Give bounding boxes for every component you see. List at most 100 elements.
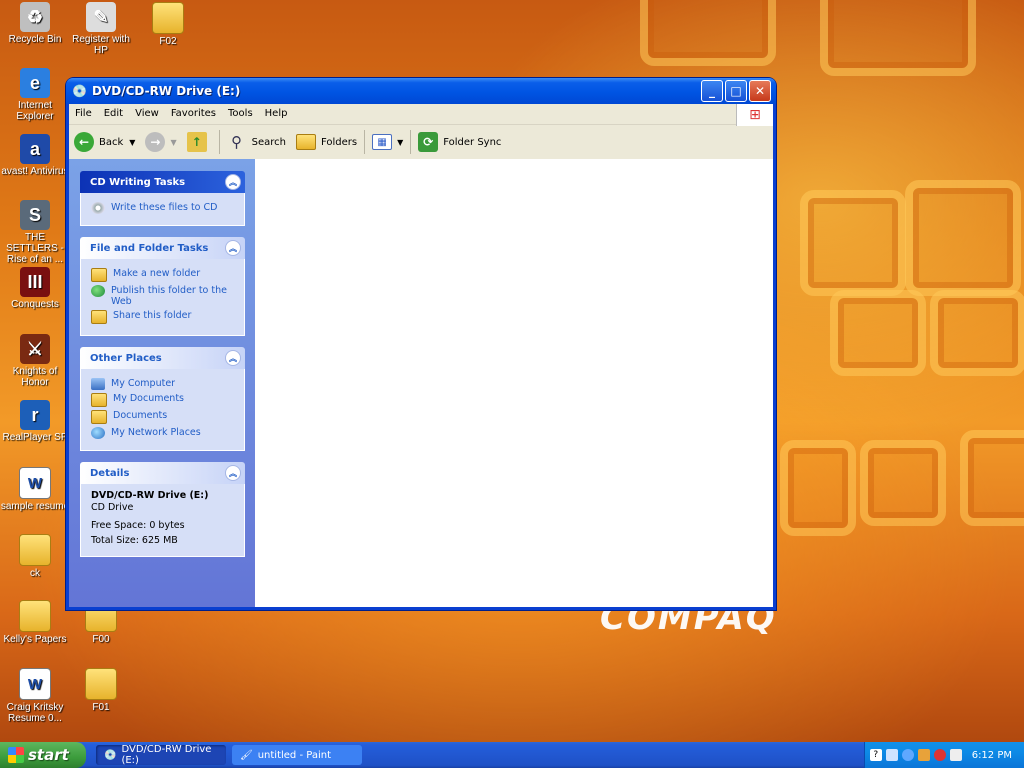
window-content: File Edit View Favorites Tools Help ⊞ ← … <box>69 104 773 607</box>
wallpaper-cube <box>820 0 976 76</box>
desktop-icon[interactable]: III Conquests <box>0 267 70 310</box>
forward-dropdown-icon[interactable]: ▼ <box>170 138 176 147</box>
folder-icon <box>91 410 107 424</box>
toolbar: ← Back ▼ → ▼ ↑ ⚲ Search Folders ▦ ▼ ⟳ Fo… <box>69 125 773 160</box>
app-icon: ⚔ <box>20 334 50 364</box>
panel-title: File and Folder Tasks <box>90 242 209 254</box>
explorer-body: CD Writing Tasks ︽ Write these files to … <box>69 159 773 607</box>
views-button[interactable]: ▦ ▼ <box>367 127 408 157</box>
desktop-icon-label: F02 <box>159 36 177 47</box>
back-button[interactable]: ← Back ▼ <box>69 127 140 157</box>
folder-icon <box>19 534 51 566</box>
desktop-icon[interactable]: ck <box>0 534 70 579</box>
search-button[interactable]: ⚲ Search <box>222 127 291 157</box>
folders-button[interactable]: Folders <box>291 127 362 157</box>
desktop-icon-label: ck <box>30 568 40 579</box>
taskbar-item-explorer[interactable]: 💿 DVD/CD-RW Drive (E:) <box>96 744 226 766</box>
desktop-icon[interactable]: S THE SETTLERS - Rise of an ... <box>0 200 70 265</box>
file-folder-tasks-header[interactable]: File and Folder Tasks ︽ <box>80 237 245 259</box>
wallpaper-cube <box>640 0 776 66</box>
link-label: Publish this folder to the Web <box>111 285 227 307</box>
desktop-icon-label: Knights of Honor <box>12 366 58 388</box>
close-button[interactable]: ✕ <box>749 80 771 102</box>
desktop-icon-label: THE SETTLERS - Rise of an ... <box>6 232 64 265</box>
desktop-icon[interactable]: ⚔ Knights of Honor <box>0 334 70 388</box>
desktop-icon[interactable]: Wsample resume <box>0 467 70 512</box>
drive-type: CD Drive <box>91 502 134 513</box>
menu-tools[interactable]: Tools <box>222 104 259 124</box>
search-label: Search <box>251 136 286 148</box>
other-places-header[interactable]: Other Places ︽ <box>80 347 245 369</box>
clock[interactable]: 6:12 PM <box>972 750 1012 761</box>
link-label: Share this folder <box>113 310 192 321</box>
desktop-icon[interactable]: ♻ Recycle Bin <box>0 2 70 45</box>
publish-folder-link[interactable]: Publish this folder to the Web <box>91 285 234 307</box>
desktop-icon[interactable]: r RealPlayer SP <box>0 400 70 443</box>
my-network-places-link[interactable]: My Network Places <box>91 427 234 439</box>
security-tray-icon[interactable] <box>933 749 946 761</box>
app-icon: ✎ <box>86 2 116 32</box>
panel-body: My Computer My Documents Documents My Ne… <box>80 369 245 451</box>
computer-icon <box>91 378 105 390</box>
network-icon[interactable] <box>885 749 898 761</box>
desktop-icon-label: Conquests <box>11 299 59 310</box>
menu-bar: File Edit View Favorites Tools Help ⊞ <box>69 104 773 126</box>
folder-sync-button[interactable]: ⟳ Folder Sync <box>413 127 506 157</box>
cd-writing-tasks-header[interactable]: CD Writing Tasks ︽ <box>80 171 245 193</box>
documents-folder-icon <box>91 393 107 407</box>
menu-file[interactable]: File <box>69 104 98 124</box>
window-title: DVD/CD-RW Drive (E:) <box>92 84 241 98</box>
share-folder-link[interactable]: Share this folder <box>91 310 234 324</box>
forward-button[interactable]: → ▼ <box>140 127 181 157</box>
menu-view[interactable]: View <box>129 104 165 124</box>
write-files-to-cd-link[interactable]: Write these files to CD <box>91 202 234 214</box>
title-bar[interactable]: 💿 DVD/CD-RW Drive (E:) _ □ ✕ <box>66 78 776 104</box>
minimize-button[interactable]: _ <box>701 80 723 102</box>
app-icon: ♻ <box>20 2 50 32</box>
task-label: DVD/CD-RW Drive (E:) <box>121 744 212 766</box>
wallpaper-cube <box>800 190 906 296</box>
collapse-chevron-icon[interactable]: ︽ <box>225 465 241 481</box>
desktop-icon-label: Kelly's Papers <box>3 634 67 645</box>
maximize-button[interactable]: □ <box>725 80 747 102</box>
desktop-icon[interactable]: F02 <box>133 2 203 47</box>
wallpaper-cube <box>905 180 1021 296</box>
menu-edit[interactable]: Edit <box>98 104 129 124</box>
my-documents-link[interactable]: My Documents <box>91 393 234 407</box>
make-new-folder-link[interactable]: Make a new folder <box>91 268 234 282</box>
back-dropdown-icon[interactable]: ▼ <box>129 138 135 147</box>
details-header[interactable]: Details ︽ <box>80 462 245 484</box>
back-label: Back <box>99 136 124 148</box>
toolbar-separator <box>364 130 366 154</box>
up-folder-button[interactable]: ↑ <box>182 127 217 157</box>
desktop-icon[interactable]: Kelly's Papers <box>0 600 70 645</box>
wallpaper-cube <box>830 290 926 376</box>
collapse-chevron-icon[interactable]: ︽ <box>225 350 241 366</box>
file-list-area[interactable] <box>255 159 773 607</box>
desktop-icon-label: Internet Explorer <box>16 100 54 122</box>
desktop-icon[interactable]: W Craig Kritsky Resume 0... <box>0 668 70 724</box>
my-computer-link[interactable]: My Computer <box>91 378 234 390</box>
desktop-icon[interactable]: F01 <box>66 668 136 713</box>
desktop-icon[interactable]: ✎ Register with HP <box>66 2 136 56</box>
menu-favorites[interactable]: Favorites <box>165 104 222 124</box>
collapse-chevron-icon[interactable]: ︽ <box>225 240 241 256</box>
taskbar-item-paint[interactable]: 🖌 untitled - Paint <box>232 745 362 765</box>
desktop-icon[interactable]: e Internet Explorer <box>0 68 70 122</box>
toolbar-separator <box>218 130 220 154</box>
menu-help[interactable]: Help <box>259 104 294 124</box>
panel-body: DVD/CD-RW Drive (E:) CD Drive Free Space… <box>80 484 245 557</box>
word-document-icon: W <box>19 467 51 499</box>
desktop-icon-label: sample resume <box>0 501 70 512</box>
documents-link[interactable]: Documents <box>91 410 234 424</box>
antivirus-tray-icon[interactable] <box>917 749 930 761</box>
link-label: My Computer <box>111 378 176 389</box>
volume-icon[interactable] <box>949 749 962 761</box>
app-icon: r <box>20 400 50 430</box>
wallpaper-cube <box>860 440 946 526</box>
desktop-icon[interactable]: a avast! Antivirus <box>0 134 70 177</box>
help-icon[interactable]: ? <box>869 749 882 761</box>
collapse-chevron-icon[interactable]: ︽ <box>225 174 241 190</box>
start-button[interactable]: start <box>0 742 86 768</box>
realplayer-tray-icon[interactable] <box>901 749 914 761</box>
